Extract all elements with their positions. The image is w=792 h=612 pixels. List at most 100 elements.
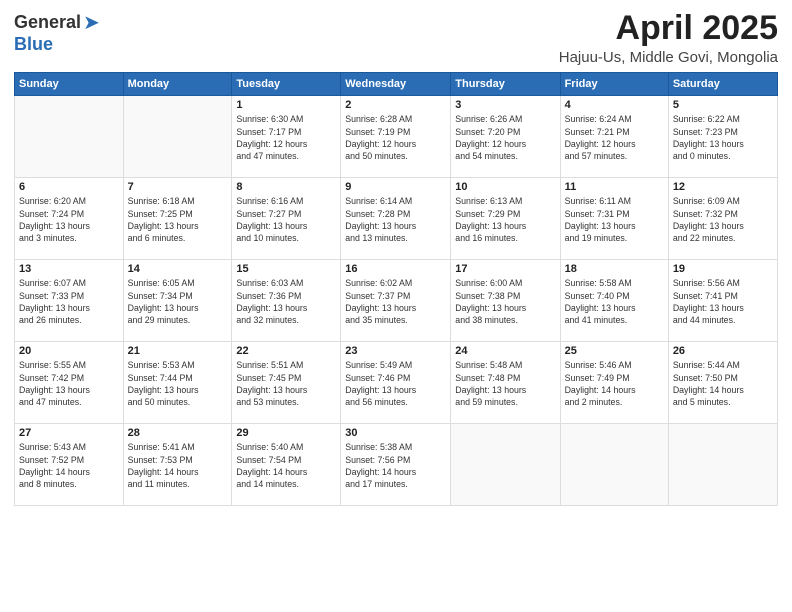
day-number: 3	[455, 99, 555, 111]
day-detail: Sunrise: 5:38 AM Sunset: 7:56 PM Dayligh…	[345, 441, 446, 490]
subtitle: Hajuu-Us, Middle Govi, Mongolia	[559, 49, 778, 66]
day-detail: Sunrise: 6:24 AM Sunset: 7:21 PM Dayligh…	[565, 113, 664, 162]
day-number: 21	[128, 345, 228, 357]
day-detail: Sunrise: 5:41 AM Sunset: 7:53 PM Dayligh…	[128, 441, 228, 490]
day-detail: Sunrise: 5:53 AM Sunset: 7:44 PM Dayligh…	[128, 359, 228, 408]
calendar-cell: 24Sunrise: 5:48 AM Sunset: 7:48 PM Dayli…	[451, 342, 560, 424]
col-friday: Friday	[560, 73, 668, 96]
calendar-cell: 30 Sunrise: 5:38 AM Sunset: 7:56 PM Dayli…	[341, 424, 451, 506]
col-thursday: Thursday	[451, 73, 560, 96]
calendar-cell: 3 Sunrise: 6:26 AM Sunset: 7:20 PM Daylig…	[451, 96, 560, 178]
day-detail: Sunrise: 5:58 AM Sunset: 7:40 PM Dayligh…	[565, 277, 664, 326]
header-row: Sunday Monday Tuesday Wednesday Thursday…	[15, 73, 778, 96]
calendar-cell: 26 Sunrise: 5:44 AM Sunset: 7:50 PM Dayli…	[668, 342, 777, 424]
calendar-cell	[560, 424, 668, 506]
col-sunday: Sunday	[15, 73, 124, 96]
calendar-cell: 17 Sunrise: 6:00 AM Sunset: 7:38 PM Dayli…	[451, 260, 560, 342]
col-wednesday: Wednesday	[341, 73, 451, 96]
calendar-cell: 7Sunrise: 6:18 AM Sunset: 7:25 PM Daylig…	[123, 178, 232, 260]
day-number: 9	[345, 181, 446, 193]
day-number: 29	[236, 427, 336, 439]
calendar-cell: 15 Sunrise: 6:03 AM Sunset: 7:36 PM Dayli…	[232, 260, 341, 342]
day-detail: Sunrise: 6:20 AM Sunset: 7:24 PM Dayligh…	[19, 195, 119, 244]
calendar-cell: 10 Sunrise: 6:13 AM Sunset: 7:29 PM Dayli…	[451, 178, 560, 260]
day-detail: Sunrise: 6:09 AM Sunset: 7:32 PM Dayligh…	[673, 195, 773, 244]
calendar-week-5: 27Sunrise: 5:43 AM Sunset: 7:52 PM Dayli…	[15, 424, 778, 506]
day-number: 22	[236, 345, 336, 357]
header: General ➤ Blue April 2025 Hajuu-Us, Midd…	[14, 10, 778, 66]
day-number: 17	[455, 263, 555, 275]
calendar-cell: 18 Sunrise: 5:58 AM Sunset: 7:40 PM Dayli…	[560, 260, 668, 342]
day-number: 28	[128, 427, 228, 439]
calendar-cell: 11Sunrise: 6:11 AM Sunset: 7:31 PM Dayli…	[560, 178, 668, 260]
calendar-cell: 12 Sunrise: 6:09 AM Sunset: 7:32 PM Dayli…	[668, 178, 777, 260]
day-detail: Sunrise: 6:14 AM Sunset: 7:28 PM Dayligh…	[345, 195, 446, 244]
day-detail: Sunrise: 5:49 AM Sunset: 7:46 PM Dayligh…	[345, 359, 446, 408]
calendar-cell: 19 Sunrise: 5:56 AM Sunset: 7:41 PM Dayli…	[668, 260, 777, 342]
day-detail: Sunrise: 5:55 AM Sunset: 7:42 PM Dayligh…	[19, 359, 119, 408]
calendar-cell: 9 Sunrise: 6:14 AM Sunset: 7:28 PM Daylig…	[341, 178, 451, 260]
calendar-cell: 13 Sunrise: 6:07 AM Sunset: 7:33 PM Dayli…	[15, 260, 124, 342]
day-number: 2	[345, 99, 446, 111]
calendar-cell: 16 Sunrise: 6:02 AM Sunset: 7:37 PM Dayli…	[341, 260, 451, 342]
day-number: 10	[455, 181, 555, 193]
calendar-table: Sunday Monday Tuesday Wednesday Thursday…	[14, 72, 778, 506]
day-number: 23	[345, 345, 446, 357]
calendar-cell: 28 Sunrise: 5:41 AM Sunset: 7:53 PM Dayli…	[123, 424, 232, 506]
day-detail: Sunrise: 6:22 AM Sunset: 7:23 PM Dayligh…	[673, 113, 773, 162]
day-number: 13	[19, 263, 119, 275]
day-detail: Sunrise: 6:11 AM Sunset: 7:31 PM Dayligh…	[565, 195, 664, 244]
calendar-cell: 29 Sunrise: 5:40 AM Sunset: 7:54 PM Dayli…	[232, 424, 341, 506]
calendar-cell	[15, 96, 124, 178]
day-number: 26	[673, 345, 773, 357]
calendar-week-3: 13 Sunrise: 6:07 AM Sunset: 7:33 PM Dayli…	[15, 260, 778, 342]
calendar-week-2: 6 Sunrise: 6:20 AM Sunset: 7:24 PM Daylig…	[15, 178, 778, 260]
day-number: 5	[673, 99, 773, 111]
day-detail: Sunrise: 6:00 AM Sunset: 7:38 PM Dayligh…	[455, 277, 555, 326]
day-detail: Sunrise: 6:18 AM Sunset: 7:25 PM Dayligh…	[128, 195, 228, 244]
day-number: 8	[236, 181, 336, 193]
day-number: 19	[673, 263, 773, 275]
calendar-cell	[123, 96, 232, 178]
day-detail: Sunrise: 6:13 AM Sunset: 7:29 PM Dayligh…	[455, 195, 555, 244]
calendar-week-1: 1 Sunrise: 6:30 AM Sunset: 7:17 PM Daylig…	[15, 96, 778, 178]
col-tuesday: Tuesday	[232, 73, 341, 96]
calendar-cell: 25Sunrise: 5:46 AM Sunset: 7:49 PM Dayli…	[560, 342, 668, 424]
calendar-cell: 21 Sunrise: 5:53 AM Sunset: 7:44 PM Dayli…	[123, 342, 232, 424]
day-detail: Sunrise: 6:02 AM Sunset: 7:37 PM Dayligh…	[345, 277, 446, 326]
day-detail: Sunrise: 6:05 AM Sunset: 7:34 PM Dayligh…	[128, 277, 228, 326]
day-detail: Sunrise: 5:51 AM Sunset: 7:45 PM Dayligh…	[236, 359, 336, 408]
day-detail: Sunrise: 6:07 AM Sunset: 7:33 PM Dayligh…	[19, 277, 119, 326]
day-number: 1	[236, 99, 336, 111]
day-number: 6	[19, 181, 119, 193]
logo-general-text: General	[14, 13, 81, 33]
day-detail: Sunrise: 5:43 AM Sunset: 7:52 PM Dayligh…	[19, 441, 119, 490]
day-number: 18	[565, 263, 664, 275]
day-detail: Sunrise: 6:30 AM Sunset: 7:17 PM Dayligh…	[236, 113, 336, 162]
col-saturday: Saturday	[668, 73, 777, 96]
day-number: 12	[673, 181, 773, 193]
col-monday: Monday	[123, 73, 232, 96]
logo-bird-icon: ➤	[83, 10, 100, 35]
day-number: 4	[565, 99, 664, 111]
calendar-cell: 1 Sunrise: 6:30 AM Sunset: 7:17 PM Daylig…	[232, 96, 341, 178]
day-number: 14	[128, 263, 228, 275]
calendar-cell: 22 Sunrise: 5:51 AM Sunset: 7:45 PM Dayli…	[232, 342, 341, 424]
day-detail: Sunrise: 6:03 AM Sunset: 7:36 PM Dayligh…	[236, 277, 336, 326]
day-number: 16	[345, 263, 446, 275]
day-detail: Sunrise: 5:46 AM Sunset: 7:49 PM Dayligh…	[565, 359, 664, 408]
day-number: 30	[345, 427, 446, 439]
day-detail: Sunrise: 5:44 AM Sunset: 7:50 PM Dayligh…	[673, 359, 773, 408]
calendar-cell	[451, 424, 560, 506]
calendar-cell: 14 Sunrise: 6:05 AM Sunset: 7:34 PM Dayli…	[123, 260, 232, 342]
day-detail: Sunrise: 6:28 AM Sunset: 7:19 PM Dayligh…	[345, 113, 446, 162]
day-detail: Sunrise: 6:26 AM Sunset: 7:20 PM Dayligh…	[455, 113, 555, 162]
calendar-cell: 8Sunrise: 6:16 AM Sunset: 7:27 PM Daylig…	[232, 178, 341, 260]
day-number: 15	[236, 263, 336, 275]
day-number: 24	[455, 345, 555, 357]
calendar-cell: 27Sunrise: 5:43 AM Sunset: 7:52 PM Dayli…	[15, 424, 124, 506]
day-detail: Sunrise: 5:40 AM Sunset: 7:54 PM Dayligh…	[236, 441, 336, 490]
day-detail: Sunrise: 5:56 AM Sunset: 7:41 PM Dayligh…	[673, 277, 773, 326]
calendar-cell: 4 Sunrise: 6:24 AM Sunset: 7:21 PM Daylig…	[560, 96, 668, 178]
day-number: 20	[19, 345, 119, 357]
